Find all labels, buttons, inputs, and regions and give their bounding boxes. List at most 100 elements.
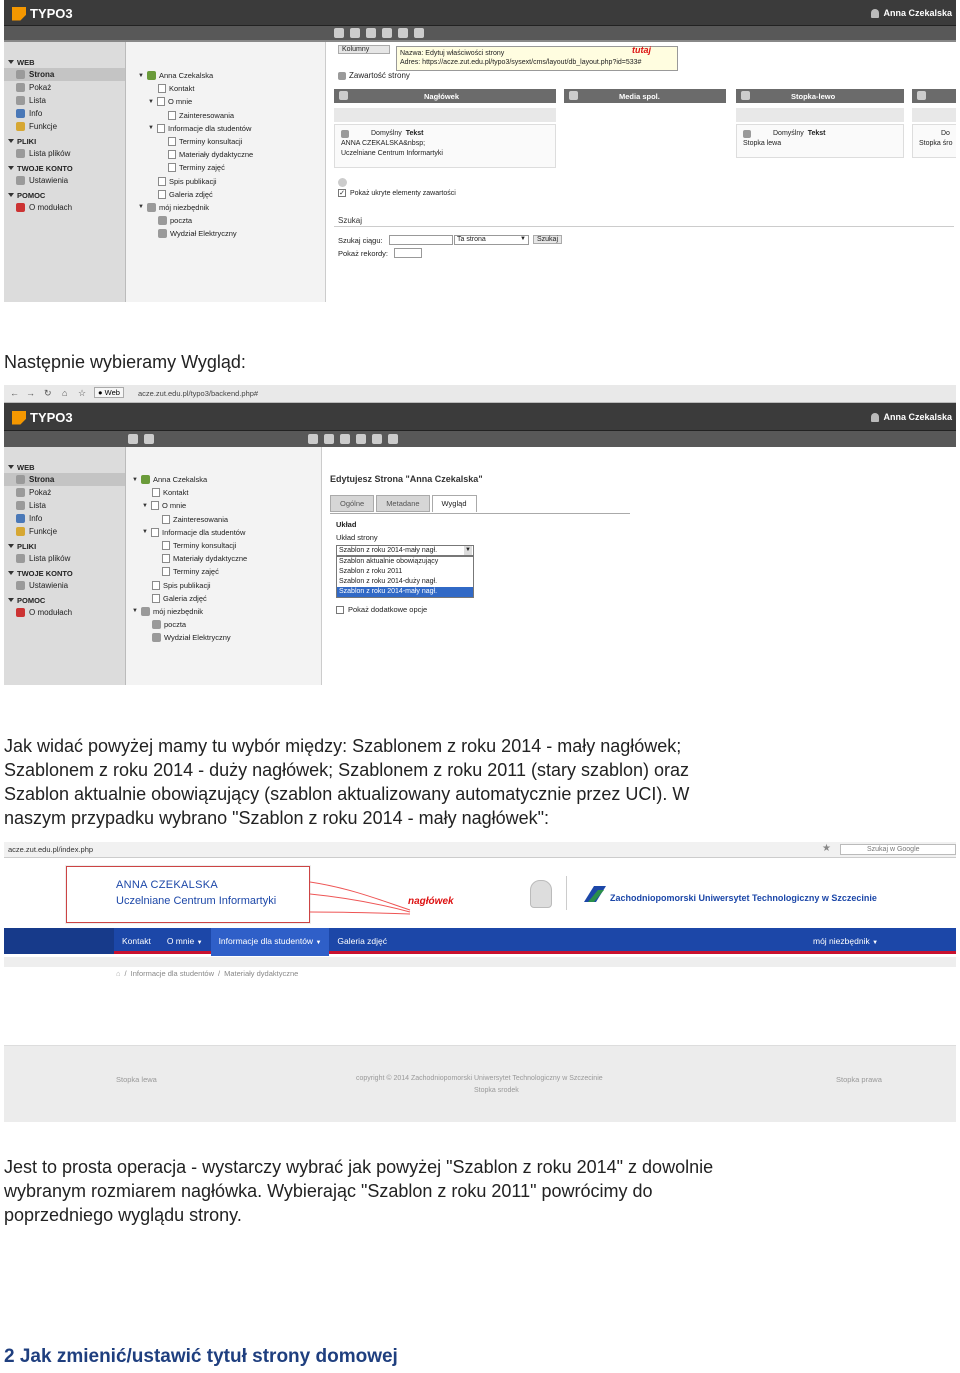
search-input[interactable] <box>389 235 453 245</box>
new-content-icon[interactable] <box>741 91 750 100</box>
move-icon[interactable] <box>382 28 392 38</box>
home-icon[interactable]: ⌂ <box>62 388 67 398</box>
tree-node[interactable]: poczta <box>126 618 321 631</box>
column-header-media[interactable]: Media spol. <box>564 89 726 103</box>
column-header-stopka-lewo[interactable]: Stopka-lewo <box>736 89 904 103</box>
menu-item-funkcje[interactable]: Funkcje <box>4 120 125 133</box>
save-view-icon[interactable] <box>356 434 366 444</box>
edit-icon[interactable] <box>350 28 360 38</box>
tab-ogolne[interactable]: Ogólne <box>330 495 375 512</box>
tree-node[interactable]: Kontakt <box>126 486 321 499</box>
history-icon[interactable] <box>398 28 408 38</box>
identity-button[interactable]: ● Web <box>94 387 124 398</box>
refresh-icon[interactable] <box>338 178 347 187</box>
menu-item-strona[interactable]: Strona <box>4 473 125 486</box>
tree-node[interactable]: ▼ mój niezbędnik <box>126 201 325 214</box>
view-icon[interactable] <box>334 28 344 38</box>
nav-galeria[interactable]: Galeria zdjęć <box>329 928 395 956</box>
bookmark-star-icon[interactable]: ★ <box>822 843 831 854</box>
breadcrumb-item[interactable]: Informacje dla studentów <box>131 969 214 978</box>
columns-select[interactable]: Kolumny <box>338 45 390 54</box>
menu-item-o-modulach[interactable]: O modułach <box>4 606 125 619</box>
menu-item-info[interactable]: Info <box>4 107 125 120</box>
tree-node[interactable]: Zainteresowania <box>126 109 325 122</box>
menu-item-funkcje[interactable]: Funkcje <box>4 525 125 538</box>
url-bar[interactable]: acze.zut.edu.pl/typo3/backend.php# <box>138 389 258 398</box>
content-element[interactable]: Domyślny Tekst Stopka lewa <box>736 124 904 158</box>
option-2011[interactable]: Szablon z roku 2011 <box>337 567 473 577</box>
new-content-icon[interactable] <box>339 91 348 100</box>
search-scope-select[interactable]: Ta strona ▼ <box>454 235 529 245</box>
column-header-naglowek[interactable]: Nagłówek <box>334 89 556 103</box>
tree-node[interactable]: Kontakt <box>126 82 325 95</box>
tree-node[interactable]: Wydział Elektryczny <box>126 227 325 240</box>
option-current[interactable]: Szablon aktualnie obowiązujący <box>337 557 473 567</box>
tree-node[interactable]: Galeria zdjęć <box>126 592 321 605</box>
tree-node[interactable]: Terminy zajęć <box>126 161 325 174</box>
menu-item-lista-plikow[interactable]: Lista plików <box>4 552 125 565</box>
google-search-input[interactable]: Szukaj w Google <box>840 844 956 855</box>
tab-metadane[interactable]: Metadane <box>376 495 430 512</box>
menu-item-pokaz[interactable]: Pokaż <box>4 486 125 499</box>
close-icon[interactable] <box>308 434 318 444</box>
tree-node[interactable]: ▼ Anna Czekalska <box>126 473 321 486</box>
show-hidden-checkbox[interactable]: ✓ Pokaż ukryte elementy zawartości <box>338 189 456 197</box>
menu-item-lista[interactable]: Lista <box>4 94 125 107</box>
new-content-icon[interactable] <box>569 91 578 100</box>
menu-item-ustawienia[interactable]: Ustawienia <box>4 579 125 592</box>
tree-node[interactable]: Spis publikacji <box>126 175 325 188</box>
user-menu[interactable]: Anna Czekalska <box>871 8 952 18</box>
tree-node[interactable]: Terminy zajęć <box>126 565 321 578</box>
content-element[interactable]: Domyślny Tekst ANNA CZEKALSKA&nbsp; Ucze… <box>334 124 556 168</box>
new-content-icon[interactable] <box>917 91 926 100</box>
back-icon[interactable]: ← <box>10 388 19 398</box>
nav-informacje[interactable]: Informacje dla studentów ▼ <box>210 928 330 956</box>
user-menu[interactable]: Anna Czekalska <box>871 412 952 422</box>
home-icon[interactable]: ⌂ <box>116 969 121 978</box>
tree-node[interactable]: Terminy konsultacji <box>126 135 325 148</box>
forward-icon[interactable]: → <box>26 388 35 398</box>
tab-wyglad[interactable]: Wygląd <box>431 495 477 512</box>
tree-node[interactable]: Wydział Elektryczny <box>126 631 321 644</box>
tree-node[interactable]: ▼ O mnie <box>126 499 321 512</box>
menu-item-info[interactable]: Info <box>4 512 125 525</box>
extra-options-checkbox[interactable]: Pokaż dodatkowe opcje <box>336 605 427 614</box>
nav-o-mnie[interactable]: O mnie ▼ <box>159 928 211 956</box>
nav-kontakt[interactable]: Kontakt <box>114 928 159 956</box>
tree-node[interactable]: Materiały dydaktyczne <box>126 552 321 565</box>
tree-node[interactable]: Materiały dydaktyczne <box>126 148 325 161</box>
tree-node[interactable]: ▼ Anna Czekalska <box>126 69 325 82</box>
tree-node[interactable]: Zainteresowania <box>126 513 321 526</box>
menu-item-lista-plikow[interactable]: Lista plików <box>4 147 125 160</box>
nav-niezbednik[interactable]: mój niezbędnik ▼ <box>805 928 886 956</box>
save-icon[interactable] <box>324 434 334 444</box>
url-bar[interactable]: acze.zut.edu.pl/index.php <box>8 845 93 854</box>
tree-node[interactable]: ▼ mój niezbędnik <box>126 605 321 618</box>
option-2014-large[interactable]: Szablon z roku 2014-duży nagł. <box>337 577 473 587</box>
option-2014-small[interactable]: Szablon z roku 2014-mały nagł. <box>337 587 473 597</box>
save-close-icon[interactable] <box>340 434 350 444</box>
info-icon[interactable] <box>414 28 424 38</box>
tree-node[interactable]: Spis publikacji <box>126 579 321 592</box>
tree-node[interactable]: poczta <box>126 214 325 227</box>
records-input[interactable] <box>394 248 422 258</box>
new-icon[interactable] <box>366 28 376 38</box>
layout-select[interactable]: Szablon z roku 2014-mały nagł. ▼ <box>336 545 474 556</box>
menu-item-o-modulach[interactable]: O modułach <box>4 201 125 214</box>
filter-icon[interactable] <box>144 434 154 444</box>
reload-icon[interactable]: ↻ <box>44 388 52 399</box>
tree-node[interactable]: ▼ Informacje dla studentów <box>126 526 321 539</box>
delete-icon[interactable] <box>372 434 382 444</box>
tree-node[interactable]: Terminy konsultacji <box>126 539 321 552</box>
tree-node[interactable]: Galeria zdjęć <box>126 188 325 201</box>
menu-item-lista[interactable]: Lista <box>4 499 125 512</box>
menu-item-strona[interactable]: Strona <box>4 68 125 81</box>
menu-item-pokaz[interactable]: Pokaż <box>4 81 125 94</box>
tree-node[interactable]: ▼ O mnie <box>126 95 325 108</box>
collapse-icon[interactable] <box>128 434 138 444</box>
undo-icon[interactable] <box>388 434 398 444</box>
search-button[interactable]: Szukaj <box>533 235 563 244</box>
tree-node[interactable]: ▼ Informacje dla studentów <box>126 122 325 135</box>
menu-item-ustawienia[interactable]: Ustawienia <box>4 174 125 187</box>
content-element[interactable]: Do Stopka śro <box>912 124 956 158</box>
